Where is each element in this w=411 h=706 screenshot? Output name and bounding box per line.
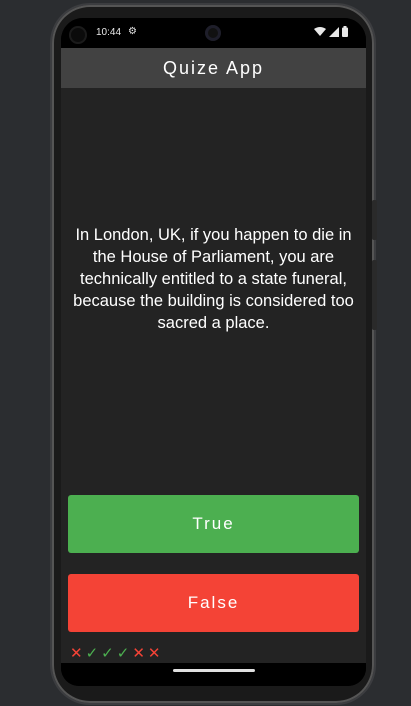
wrong-icon: ✕ [70, 644, 83, 662]
navigation-bar [61, 663, 366, 686]
battery-icon [342, 26, 348, 37]
false-button-label: False [187, 593, 240, 612]
question-text: In London, UK, if you happen to die in t… [73, 226, 354, 332]
score-keeper: ✕ ✓ ✓ ✓ ✕ ✕ [70, 644, 160, 662]
status-time: 10:44 [96, 27, 122, 38]
gear-icon: ⚙ [128, 26, 137, 37]
front-camera [205, 25, 221, 41]
app-title: Quize App [162, 58, 265, 78]
wifi-icon [314, 26, 326, 36]
false-button[interactable]: False [68, 574, 359, 632]
check-icon: ✓ [116, 644, 130, 662]
check-icon: ✓ [101, 644, 114, 662]
camera-cutout [69, 26, 87, 44]
app-bar: Quize App [61, 48, 366, 88]
true-button-label: True [192, 514, 235, 533]
wrong-icon: ✕ [132, 644, 145, 662]
check-icon: ✓ [85, 644, 99, 662]
wrong-icon: ✕ [147, 644, 161, 662]
home-indicator[interactable] [173, 669, 255, 672]
power-button[interactable] [372, 200, 377, 240]
status-icons [314, 26, 348, 37]
emulator-window: 10:44 ⚙ Quize App In London, UK, if you … [0, 0, 411, 706]
volume-button[interactable] [372, 260, 377, 330]
status-bar: 10:44 ⚙ [61, 18, 366, 48]
signal-icon [329, 26, 339, 37]
phone-screen: 10:44 ⚙ Quize App In London, UK, if you … [61, 18, 366, 686]
quiz-page: In London, UK, if you happen to die in t… [61, 88, 366, 663]
true-button[interactable]: True [68, 495, 359, 553]
